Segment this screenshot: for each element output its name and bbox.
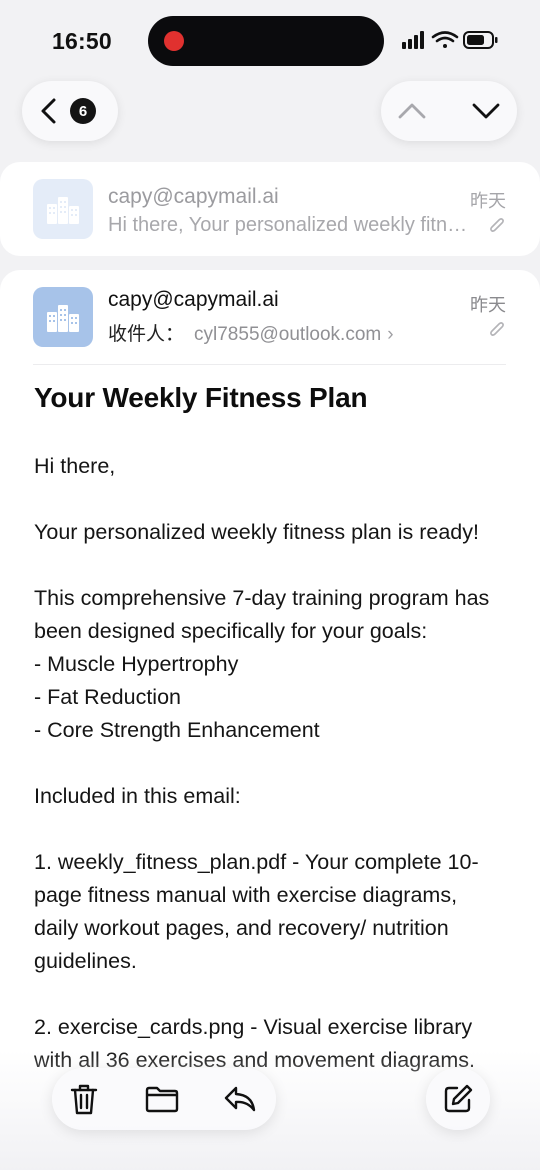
- cellular-signal-icon: [402, 31, 424, 49]
- body-line: - Core Strength Enhancement: [34, 718, 320, 742]
- trash-icon: [70, 1084, 98, 1115]
- recipient-address: cyl7855@outlook.com: [194, 324, 382, 345]
- paperclip-icon: [490, 322, 504, 336]
- unread-count-badge: 6: [70, 98, 96, 124]
- recipients-label: 收件人：: [108, 324, 185, 345]
- battery-icon: [463, 31, 498, 49]
- chevron-right-icon: ›: [387, 324, 394, 345]
- body-line: Included in this email:: [34, 784, 241, 808]
- reply-icon: [224, 1086, 256, 1112]
- collapsed-message[interactable]: capy@capymail.ai 昨天 Hi there, Your perso…: [0, 162, 540, 256]
- body-line: Hi there,: [34, 454, 116, 478]
- message-date: 昨天: [470, 191, 506, 211]
- previous-message-button[interactable]: [397, 100, 427, 122]
- status-icons: [400, 29, 500, 51]
- avatar: [33, 179, 93, 239]
- bottom-toolbar: [52, 1068, 276, 1130]
- recipients-row[interactable]: 收件人： cyl7855@outlook.com ›: [108, 319, 394, 346]
- body-line: [34, 747, 504, 780]
- status-time: 16:50: [52, 28, 112, 54]
- sender-address: capy@capymail.ai: [108, 185, 279, 208]
- move-to-folder-button[interactable]: [144, 1081, 180, 1117]
- delete-button[interactable]: [66, 1081, 102, 1117]
- body-line: - Fat Reduction: [34, 685, 181, 709]
- chevron-left-icon: [41, 98, 56, 124]
- divider: [33, 364, 506, 365]
- building-icon: [47, 197, 79, 224]
- compose-icon: [444, 1084, 473, 1113]
- message-subject: Your Weekly Fitness Plan: [34, 382, 368, 413]
- paperclip-icon: [490, 218, 504, 232]
- sender-address[interactable]: capy@capymail.ai: [108, 288, 279, 312]
- building-icon: [47, 305, 79, 332]
- compose-icon-wrap: [440, 1081, 476, 1117]
- body-line: [34, 483, 504, 516]
- wifi-icon: [431, 31, 459, 48]
- recording-indicator-icon: [164, 31, 184, 51]
- body-line: - Muscle Hypertrophy: [34, 652, 239, 676]
- body-line: 1. weekly_fitness_plan.pdf - Your comple…: [34, 850, 479, 973]
- compose-button[interactable]: [426, 1068, 490, 1130]
- body-line: This comprehensive 7-day training progra…: [34, 586, 496, 643]
- body-line: [34, 813, 504, 846]
- folder-icon: [145, 1086, 179, 1113]
- message-navigation: [381, 81, 517, 141]
- body-line: [34, 549, 504, 582]
- body-line: Your personalized weekly fitness plan is…: [34, 520, 479, 544]
- status-bar: 16:50: [0, 0, 540, 82]
- reply-button[interactable]: [222, 1081, 258, 1117]
- dynamic-island: [148, 16, 384, 66]
- avatar: [33, 287, 93, 347]
- back-button[interactable]: 6: [22, 81, 118, 141]
- open-message: capy@capymail.ai 昨天 收件人： cyl7855@outlook.…: [0, 270, 540, 1170]
- message-preview: Hi there, Your personalized weekly fitne…: [108, 214, 470, 236]
- next-message-button[interactable]: [471, 100, 501, 122]
- message-date: 昨天: [470, 295, 506, 315]
- message-body: Hi there, Your personalized weekly fitne…: [34, 450, 504, 1077]
- body-line: [34, 978, 504, 1011]
